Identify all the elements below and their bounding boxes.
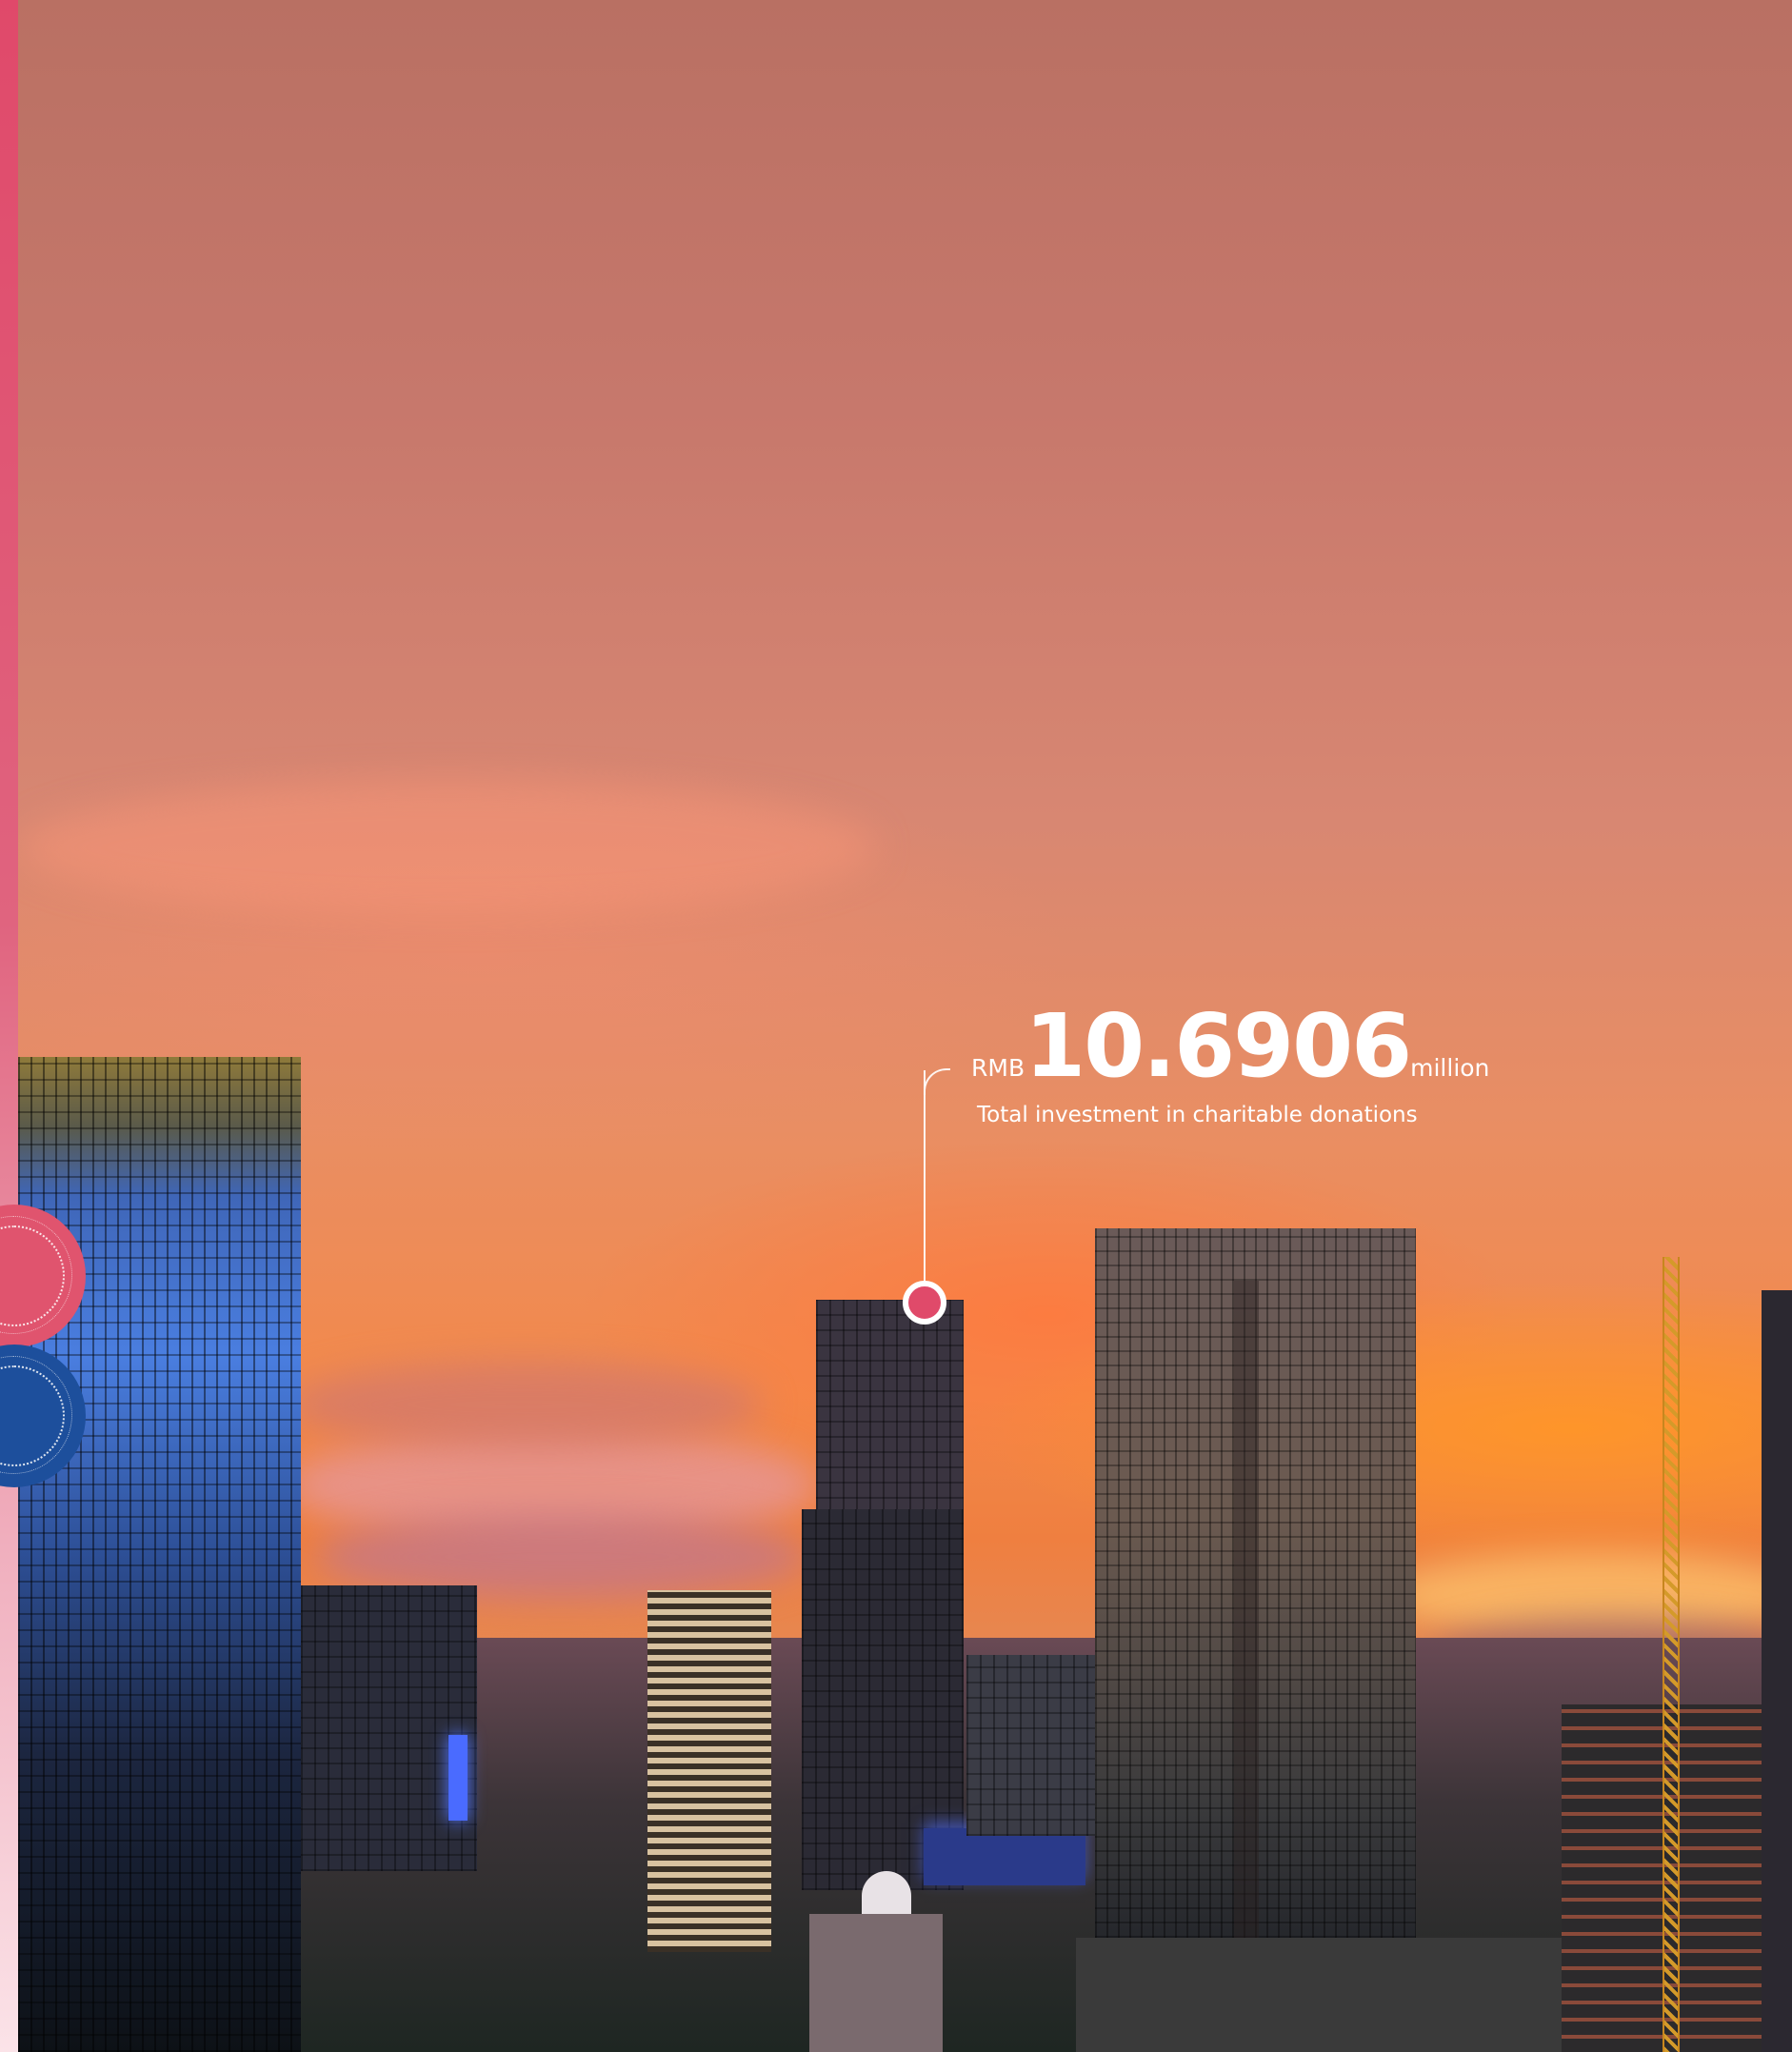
tower-divider [1234, 1281, 1259, 1938]
far-right-tower [1762, 1290, 1792, 2052]
mosque-base [809, 1914, 943, 2052]
left-accent-bar [0, 0, 18, 2052]
marker-line [924, 1070, 926, 1299]
crane-mast [1663, 1257, 1680, 2052]
blue-lit-annex [924, 1828, 1085, 1885]
mid-left-building [301, 1585, 477, 1871]
cloud [286, 1362, 762, 1447]
page: RMB10.6906million Total investment in ch… [0, 0, 1792, 2052]
central-tower-top [816, 1300, 964, 1514]
striped-tower [647, 1590, 771, 1952]
tower-base [1076, 1938, 1562, 2052]
blue-sign [448, 1735, 468, 1821]
left-glass-tower [18, 1057, 301, 2052]
stat-caption: Total investment in charitable donations [977, 1103, 1418, 1127]
cloud [19, 781, 876, 914]
stat-value: 10.6906 [1025, 995, 1412, 1097]
stat-unit: million [1410, 1054, 1490, 1082]
four-seasons-building [966, 1655, 1095, 1836]
donation-stat: RMB10.6906million [971, 995, 1489, 1097]
stat-currency: RMB [971, 1054, 1025, 1082]
location-marker-icon [903, 1281, 946, 1325]
